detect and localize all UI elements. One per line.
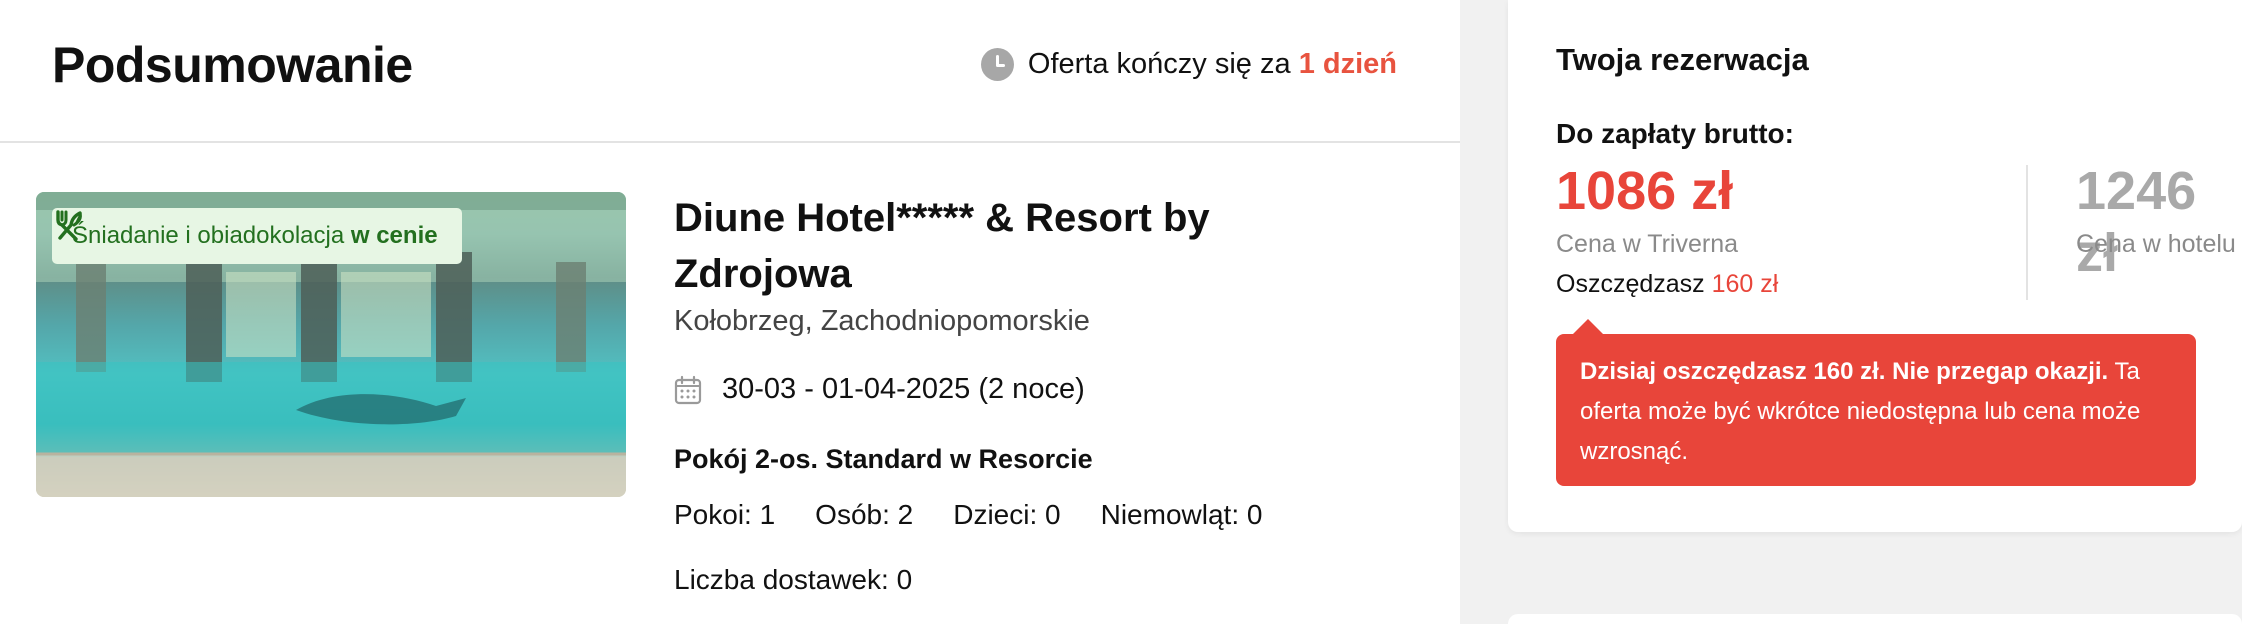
occupancy-details: Pokoi: 1 Osób: 2 Dzieci: 0 Niemowląt: 0 [674,499,1262,531]
savings-label: Oszczędzasz [1556,270,1705,298]
children-count: Dzieci: 0 [953,499,1061,530]
savings-alert-headline: Dzisiaj oszczędzasz 160 zł. Nie przegap … [1580,358,2109,385]
infants-count: Niemowląt: 0 [1100,499,1263,530]
extra-beds-count: Liczba dostawek: 0 [674,564,913,595]
price-hotel-caption: Cena w hotelu [2076,230,2236,258]
offer-timer-remaining: 1 dzień [1298,48,1397,80]
savings-amount: 160 zł [1711,270,1779,298]
meal-plan-included: w cenie [350,222,438,249]
booking-sidebar: Twoja rezerwacja Do zapłaty brutto: 1086… [1460,0,2242,624]
offer-timer: Oferta kończy się za 1 dzień [980,48,1397,81]
amount-due-label: Do zapłaty brutto: [1556,118,1794,149]
offer-timer-label: Oferta kończy się za [1027,48,1291,80]
hotel-photo[interactable]: Śniadanie i obiadokolacja w cenie [36,192,626,497]
price-triverna-caption: Cena w Triverna [1556,230,1739,258]
hotel-name[interactable]: Diune Hotel***** & Resort by Zdrojowa [674,190,1314,302]
hotel-location: Kołobrzeg, Zachodniopomorskie [674,305,1090,337]
stay-dates: 30-03 - 01-04-2025 (2 noce) [674,373,1085,406]
booking-card: Twoja rezerwacja Do zapłaty brutto: 1086… [1508,0,2242,532]
clock-icon [980,48,1014,81]
meal-plan-badge: Śniadanie i obiadokolacja w cenie [52,208,462,264]
cutlery-icon [56,210,82,241]
meal-plan-text: Śniadanie i obiadokolacja w cenie [72,222,438,250]
price-hotel: 1246 zł [2076,161,2197,283]
price-triverna: 1086 zł [1556,161,1734,221]
persons-count: Osób: 2 [815,499,914,530]
price-divider [2026,165,2028,300]
calendar-icon [674,375,702,404]
room-type: Pokój 2-os. Standard w Resorcie [674,444,1093,474]
booking-title: Twoja rezerwacja [1556,42,1809,77]
savings-alert: Dzisiaj oszczędzasz 160 zł. Nie przegap … [1556,319,2196,486]
summary-main: Podsumowanie Oferta kończy się za 1 dzie… [0,0,1460,624]
summary-header: Podsumowanie Oferta kończy się za 1 dzie… [0,0,1460,143]
rooms-count: Pokoi: 1 [674,499,776,530]
meal-plan-label: Śniadanie i obiadokolacja [72,222,345,249]
offer-timer-prefix: Oferta kończy się za 1 dzień [1028,48,1397,81]
savings-line: Oszczędzasz 160 zł [1556,270,1778,299]
stay-dates-text: 30-03 - 01-04-2025 (2 noce) [722,373,1085,405]
secondary-card [1508,614,2242,624]
page-title: Podsumowanie [52,37,413,93]
checkout-summary-page: Podsumowanie Oferta kończy się za 1 dzie… [0,0,2242,624]
